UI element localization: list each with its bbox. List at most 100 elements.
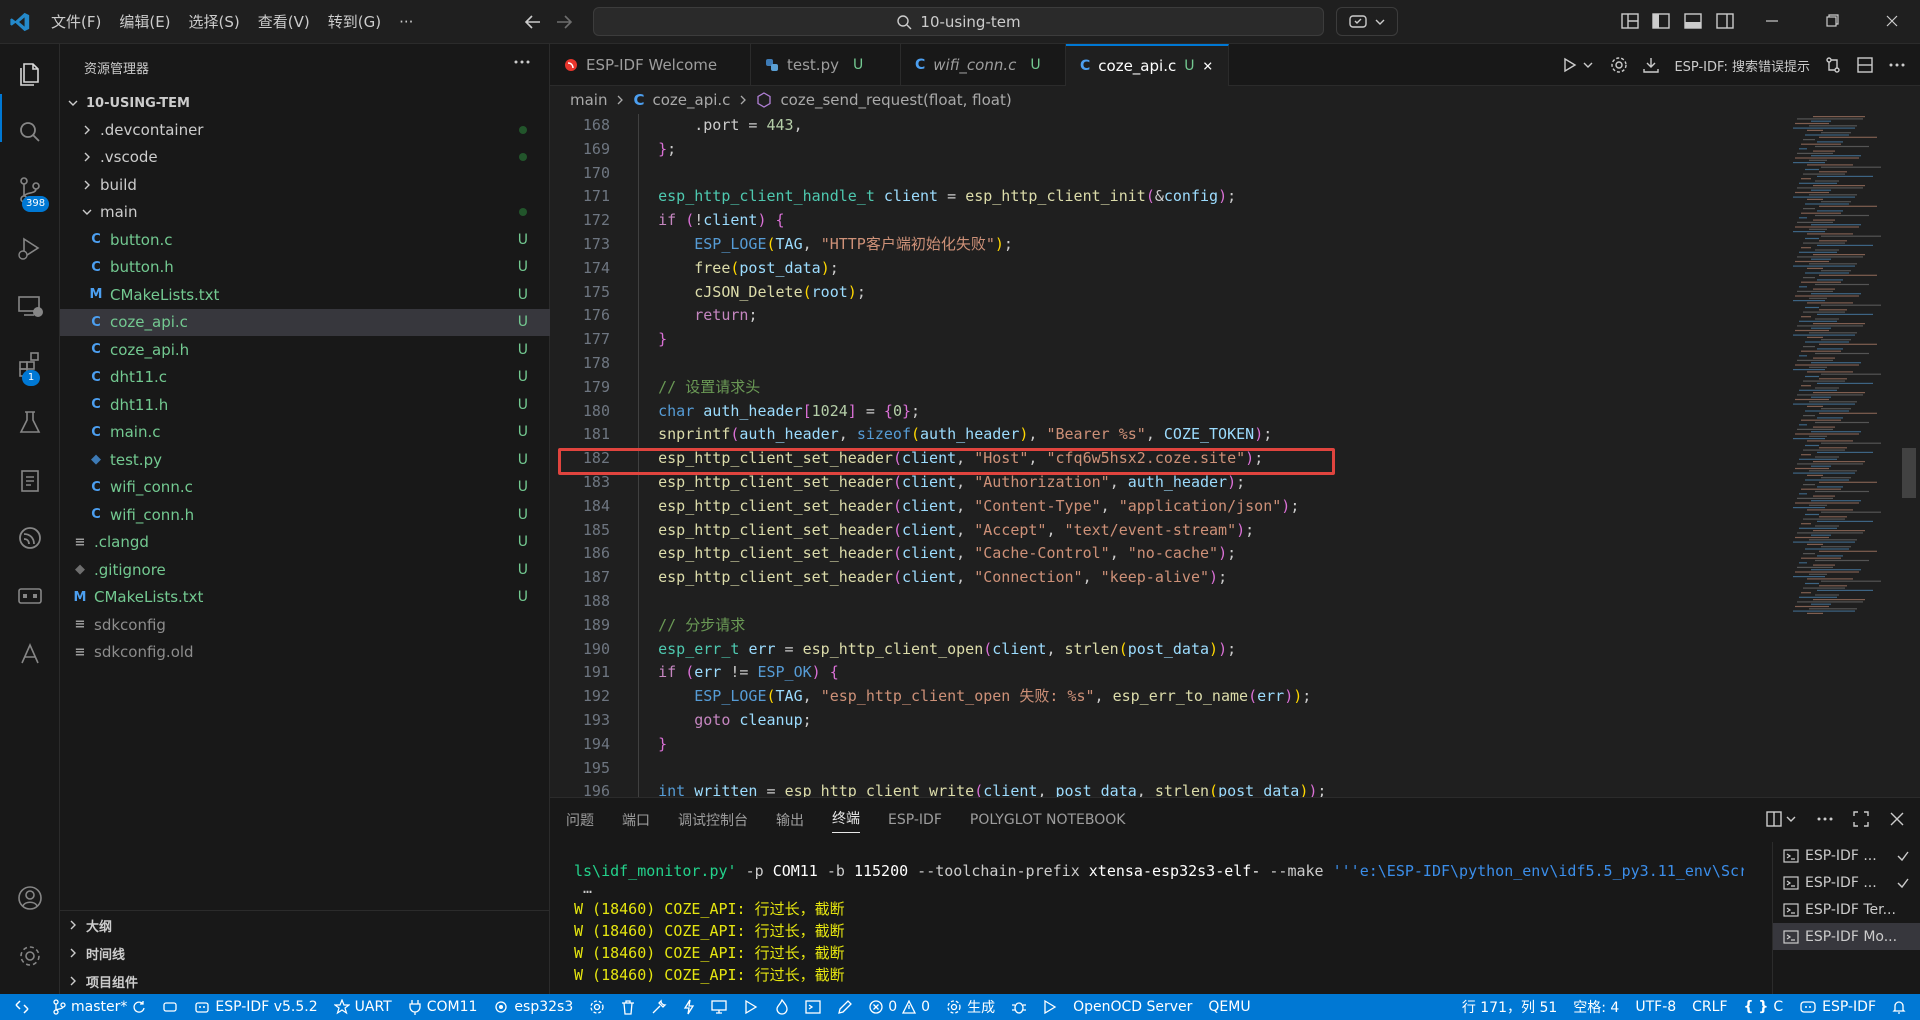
tab-esp-idf-welcome[interactable]: ESP-IDF Welcome xyxy=(550,44,751,86)
breadcrumb-folder[interactable]: main xyxy=(570,91,607,109)
qemu-button[interactable]: QEMU xyxy=(1200,994,1258,1020)
notifications-button[interactable] xyxy=(1884,994,1920,1020)
terminal-output[interactable]: ls\idf_monitor.py' -p COM11 -b 115200 --… xyxy=(574,860,1920,986)
tree-file[interactable]: Cwifi_conn.h U xyxy=(60,501,550,529)
split-terminal-icon[interactable] xyxy=(1766,810,1798,828)
breadcrumb-file[interactable]: coze_api.c xyxy=(653,91,731,109)
tree-file[interactable]: Cdht11.c U xyxy=(60,364,550,392)
tools-icon[interactable] xyxy=(12,636,48,672)
menu-selection[interactable]: 选择(S) xyxy=(180,0,249,44)
panel-tab-ports[interactable]: 端口 xyxy=(622,810,650,830)
remote-explorer-icon[interactable] xyxy=(12,288,48,324)
sync-icon[interactable] xyxy=(132,1000,146,1014)
bug-button[interactable] xyxy=(1003,994,1035,1020)
compare-icon[interactable] xyxy=(1824,56,1842,74)
ports-indicator[interactable] xyxy=(154,994,186,1020)
customize-layout-icon[interactable] xyxy=(1620,11,1642,33)
toggle-secondary-sidebar-icon[interactable] xyxy=(1715,11,1737,33)
more-actions-icon[interactable] xyxy=(1816,810,1834,828)
panel-tab-esp-idf[interactable]: ESP-IDF xyxy=(888,812,942,828)
editor-mode-button[interactable] xyxy=(829,994,861,1020)
debug-button[interactable] xyxy=(735,994,767,1020)
esp-idf-search-error-button[interactable]: ESP-IDF: 搜索错误提示 xyxy=(1674,56,1810,75)
more-actions-icon[interactable] xyxy=(1888,56,1906,74)
flash-method[interactable]: UART xyxy=(326,994,400,1020)
tree-file[interactable]: ≡ sdkconfig xyxy=(60,611,550,639)
close-window-icon[interactable] xyxy=(1882,11,1904,33)
close-panel-icon[interactable] xyxy=(1888,810,1906,828)
play-button[interactable] xyxy=(1035,994,1065,1020)
gear-icon[interactable] xyxy=(1610,56,1628,74)
menu-view[interactable]: 查看(V) xyxy=(249,0,319,44)
terminal-item[interactable]: ESP-IDF Ter... xyxy=(1773,896,1920,923)
more-actions-icon[interactable] xyxy=(512,52,532,72)
command-center[interactable]: 10-using-tem xyxy=(593,7,1324,36)
tab-test-py[interactable]: test.py U xyxy=(751,44,901,86)
timeline-section[interactable]: 时间线 xyxy=(60,939,550,967)
sdk-config-button[interactable] xyxy=(581,994,613,1020)
tree-file[interactable]: Cbutton.h U xyxy=(60,254,550,282)
panel-tab-polyglot[interactable]: POLYGLOT NOTEBOOK xyxy=(970,812,1126,828)
panel-tab-debug-console[interactable]: 调试控制台 xyxy=(678,810,748,830)
forward-arrow-icon[interactable] xyxy=(553,11,575,33)
esp-idf-status[interactable]: ESP-IDF xyxy=(1791,994,1884,1020)
toggle-panel-icon[interactable] xyxy=(1683,11,1705,33)
code-editor[interactable]: 168 169 170 171 172 173 174 175 176 177 … xyxy=(550,114,1920,797)
tree-file[interactable]: ≡ sdkconfig.old xyxy=(60,639,550,667)
editor-scrollbar[interactable] xyxy=(1902,448,1916,498)
toggle-sidebar-icon[interactable] xyxy=(1651,11,1673,33)
serial-port[interactable]: COM11 xyxy=(400,994,486,1020)
tree-file[interactable]: M CMakeLists.txt U xyxy=(60,281,550,309)
run-debug-icon[interactable] xyxy=(12,230,48,266)
project-components-section[interactable]: 项目组件 xyxy=(60,967,550,995)
tree-file[interactable]: Cmain.c U xyxy=(60,419,550,447)
tree-file[interactable]: ◆ .gitignore U xyxy=(60,556,550,584)
tree-file[interactable]: ◆ test.py U xyxy=(60,446,550,474)
tab-coze-api-c[interactable]: C coze_api.c U xyxy=(1066,44,1229,86)
target-chip[interactable]: esp32s3 xyxy=(485,994,581,1020)
maximize-panel-icon[interactable] xyxy=(1852,810,1870,828)
serial-monitor-icon[interactable] xyxy=(12,578,48,614)
menu-edit[interactable]: 编辑(E) xyxy=(110,0,179,44)
language-mode[interactable]: { } C xyxy=(1736,994,1792,1020)
tree-file[interactable]: Cbutton.c U xyxy=(60,226,550,254)
close-tab-icon[interactable] xyxy=(1202,59,1214,73)
panel-tab-output[interactable]: 输出 xyxy=(776,810,804,830)
minimap[interactable] xyxy=(1788,114,1912,797)
split-editor-icon[interactable] xyxy=(1856,56,1874,74)
terminal-item-selected[interactable]: ESP-IDF Mo... xyxy=(1773,923,1920,950)
menu-goto[interactable]: 转到(G) xyxy=(319,0,390,44)
tree-file[interactable]: Ccoze_api.h U xyxy=(60,336,550,364)
outline-section[interactable]: 大纲 xyxy=(60,911,550,939)
panel-tab-problems[interactable]: 问题 xyxy=(566,810,594,830)
tree-file[interactable]: ≡ .clangd U xyxy=(60,529,550,557)
openocd-server[interactable]: OpenOCD Server xyxy=(1065,994,1200,1020)
account-icon[interactable] xyxy=(12,880,48,916)
back-arrow-icon[interactable] xyxy=(522,11,544,33)
menu-more[interactable]: ··· xyxy=(390,0,422,44)
breadcrumb-symbol[interactable]: coze_send_request(float, float) xyxy=(780,91,1011,109)
tree-file[interactable]: Ccoze_api.c U xyxy=(60,308,550,336)
copilot-button[interactable] xyxy=(1336,7,1398,36)
tree-file[interactable]: Cwifi_conn.c U xyxy=(60,474,550,502)
clipboard-icon[interactable] xyxy=(12,462,48,498)
testing-flask-icon[interactable] xyxy=(12,404,48,440)
tree-file[interactable]: M CMakeLists.txt U xyxy=(60,584,550,612)
esp-idf-version[interactable]: ESP-IDF v5.5.2 xyxy=(186,994,325,1020)
terminal-item[interactable]: ESP-IDF ... xyxy=(1773,842,1920,869)
minimize-icon[interactable] xyxy=(1762,11,1784,33)
tree-file[interactable]: Cdht11.h U xyxy=(60,391,550,419)
terminal-button[interactable] xyxy=(797,994,829,1020)
espressif-icon[interactable] xyxy=(12,520,48,556)
menu-file[interactable]: 文件(F) xyxy=(42,0,110,44)
indentation[interactable]: 空格: 4 xyxy=(1565,994,1627,1020)
encoding[interactable]: UTF-8 xyxy=(1627,994,1684,1020)
git-branch[interactable]: master* xyxy=(44,994,154,1020)
cursor-position[interactable]: 行 171，列 51 xyxy=(1454,994,1565,1020)
download-icon[interactable] xyxy=(1642,56,1660,74)
tree-folder[interactable]: main xyxy=(60,199,550,227)
build-flash-monitor-button[interactable] xyxy=(767,994,797,1020)
flash-button[interactable] xyxy=(675,994,703,1020)
explorer-icon[interactable] xyxy=(12,56,48,92)
tab-wifi-conn-c[interactable]: C wifi_conn.c U xyxy=(901,44,1066,86)
